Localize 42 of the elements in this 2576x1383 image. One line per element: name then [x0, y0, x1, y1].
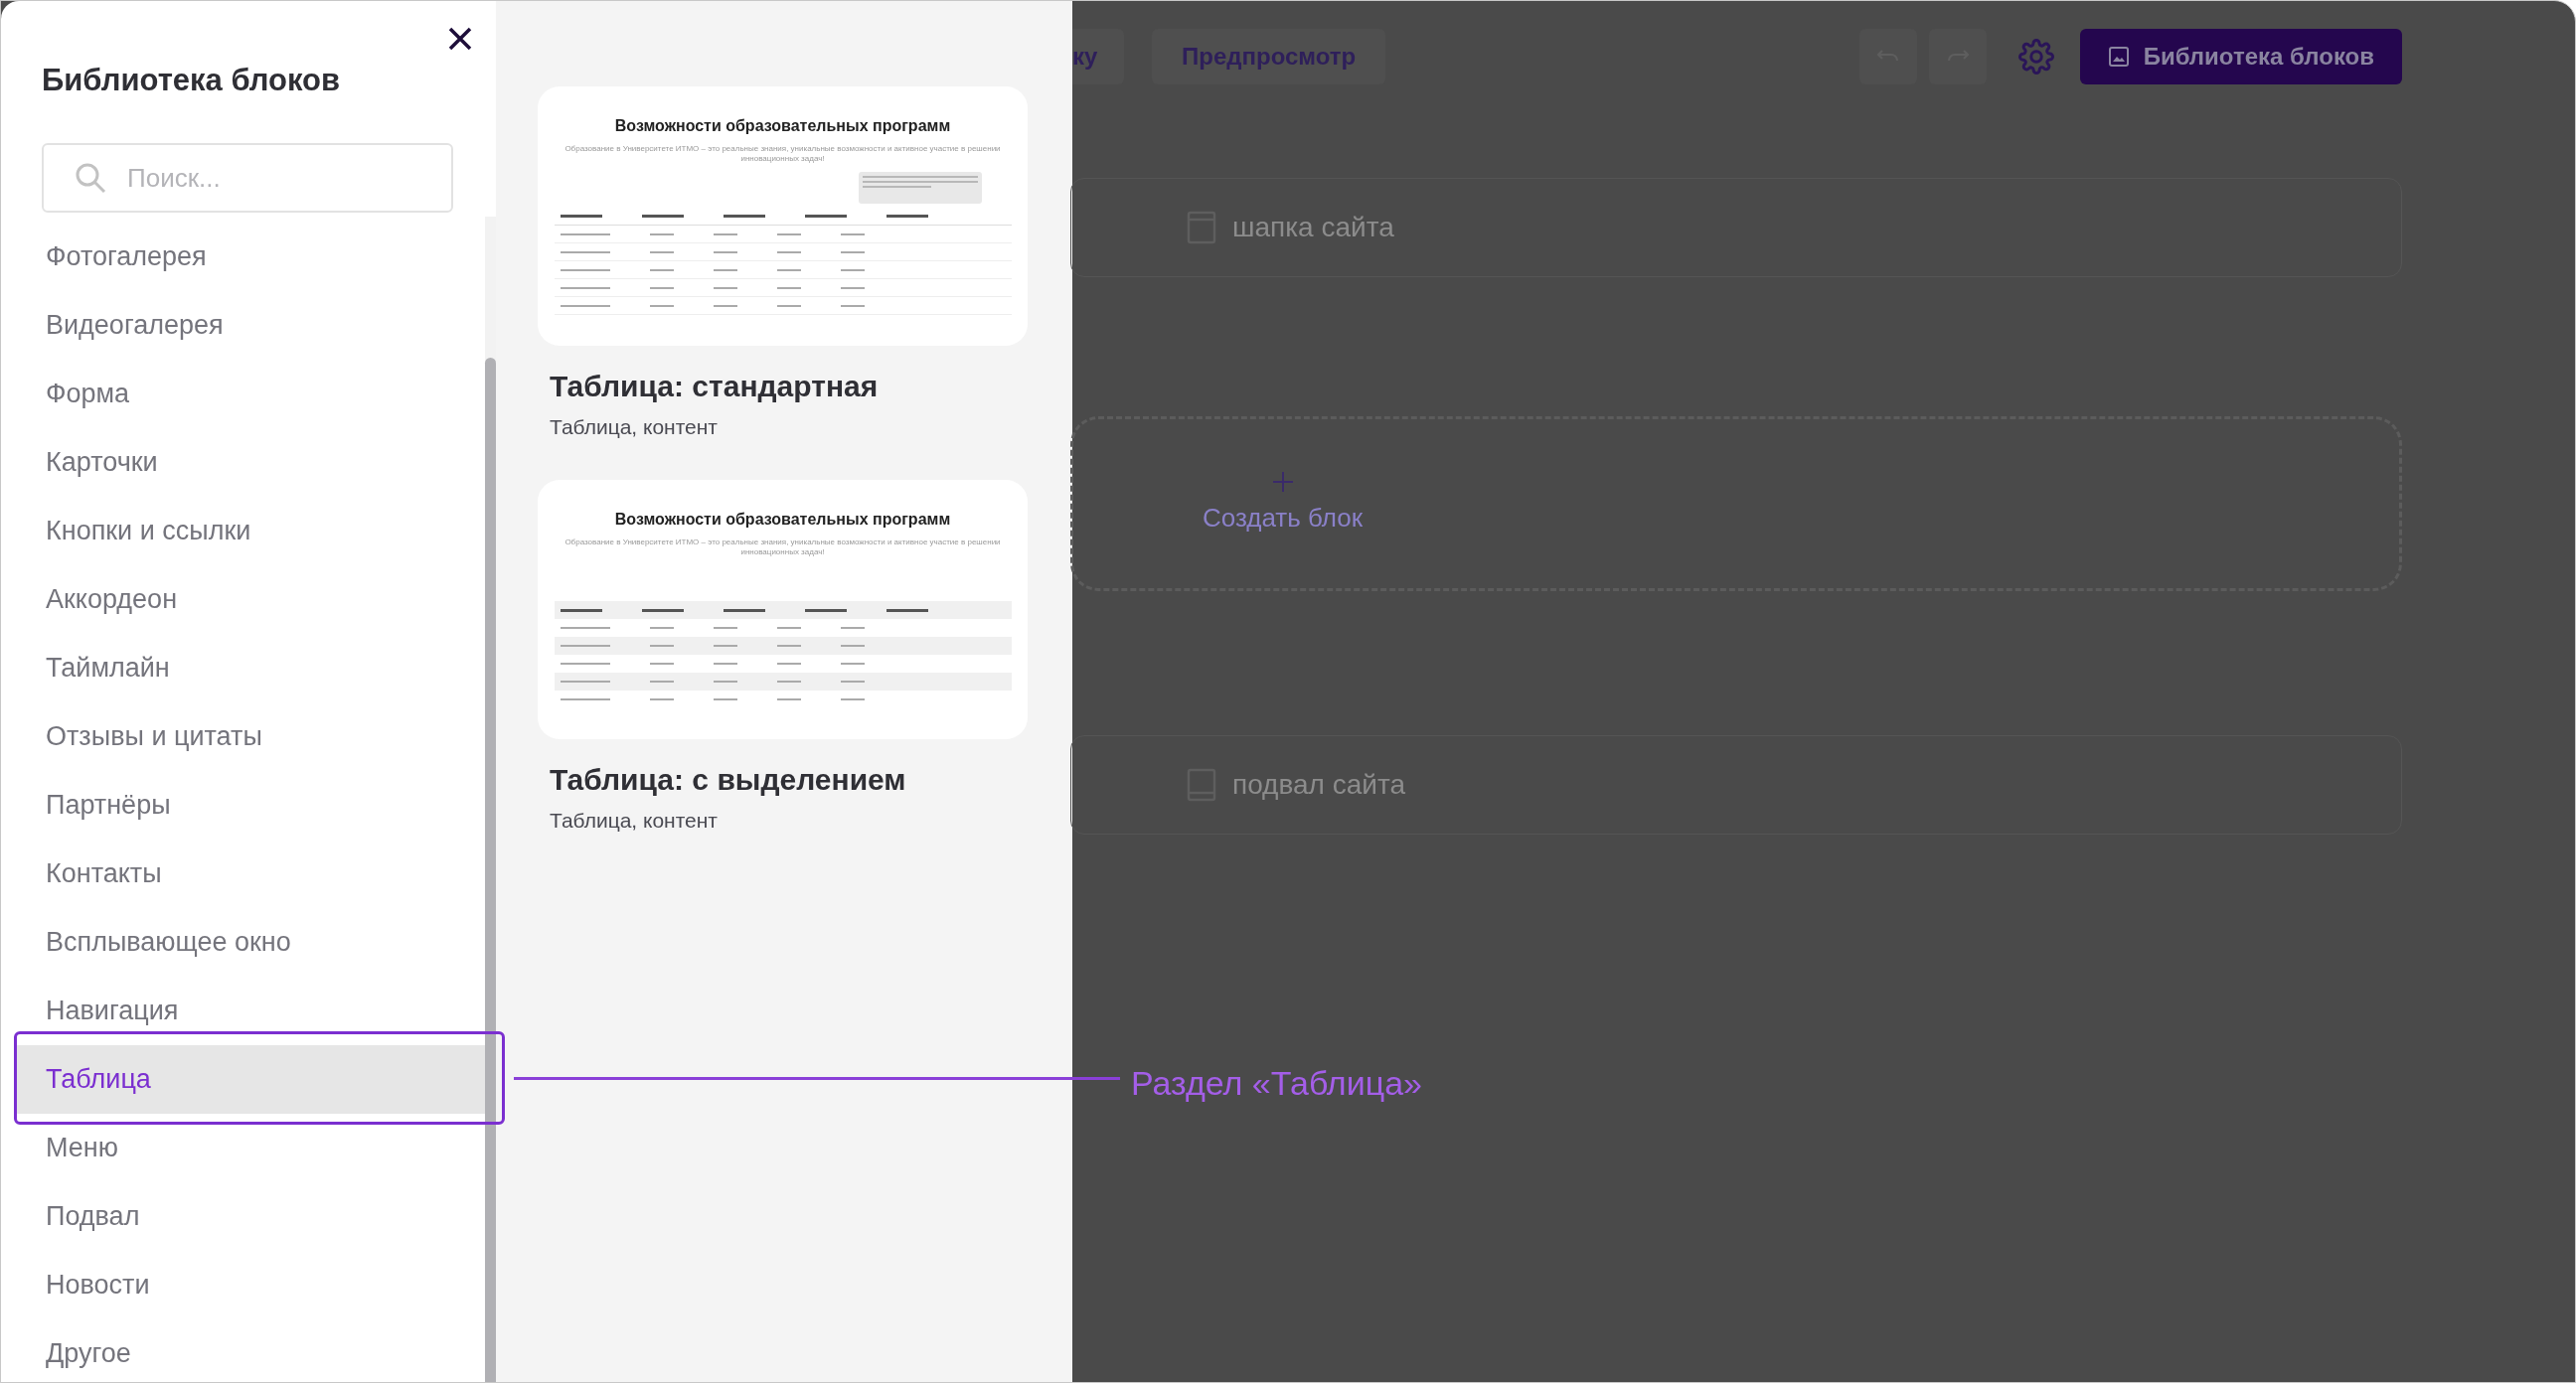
settings-icon: [2017, 39, 2054, 75]
category-item[interactable]: Карточки: [14, 428, 485, 497]
category-item[interactable]: Форма: [14, 360, 485, 428]
panel-title: Библиотека блоков: [42, 65, 342, 95]
category-item[interactable]: Видеогалерея: [14, 291, 485, 360]
template-title: Таблица: стандартная: [550, 369, 880, 404]
category-item[interactable]: Новости: [14, 1251, 485, 1319]
category-item[interactable]: Таймлайн: [14, 634, 485, 702]
site-footer-block[interactable]: подвал сайта: [1070, 735, 2402, 835]
search-field[interactable]: Поиск...: [42, 143, 453, 213]
category-item[interactable]: Навигация: [14, 977, 485, 1045]
category-item[interactable]: Контакты: [14, 840, 485, 908]
category-item[interactable]: Другое: [14, 1319, 485, 1382]
template-preview[interactable]: Возможности образовательных программ Образование в Университете ИТМО – это реальные знания, уникальные возможности и активное участие в решении инновационных задач!: [538, 86, 1028, 346]
category-item[interactable]: Аккордеон: [14, 565, 485, 634]
preview-heading: Возможности образовательных программ: [614, 116, 951, 136]
template-title: Таблица: с выделением: [550, 762, 907, 798]
create-block-area[interactable]: Создать блок: [1070, 416, 2402, 591]
category-item[interactable]: Всплывающее окно: [14, 908, 485, 977]
block-label: подвал сайта: [1232, 768, 1405, 802]
template-preview[interactable]: Возможности образовательных программ Образование в Университете ИТМО – это реальные знания, уникальные возможности и активное участие в решении инновационных задач!: [538, 480, 1028, 739]
close-icon: [447, 26, 473, 52]
category-item[interactable]: Партнёры: [14, 771, 485, 840]
category-item[interactable]: Кнопки и ссылки: [14, 497, 485, 565]
block-label: шапка сайта: [1232, 211, 1394, 244]
image-icon: [2107, 46, 2130, 68]
preview-description: Образование в Университете ИТМО – это реальные знания, уникальные возможности и активное участие в решении инновационных задач!: [564, 144, 1002, 164]
plus-icon: [1271, 470, 1294, 493]
search-icon: [74, 161, 107, 195]
block-library-button[interactable]: Библиотека блоков: [2079, 29, 2402, 84]
category-item[interactable]: Отзывы и цитаты: [14, 702, 485, 771]
category-item[interactable]: Подвал: [14, 1182, 485, 1251]
annotation-label: Раздел «Таблица»: [1131, 1063, 1422, 1104]
site-header-block[interactable]: шапка сайта: [1070, 178, 2402, 277]
template-tags: Таблица, контент: [550, 410, 1072, 442]
preview-description: Образование в Университете ИТМО – это реальные знания, уникальные возможности и активное участие в решении инновационных задач!: [564, 538, 1002, 557]
preview-heading: Возможности образовательных программ: [614, 510, 951, 530]
template-tags: Таблица, контент: [550, 804, 1072, 836]
category-item[interactable]: Меню: [14, 1114, 485, 1182]
category-item[interactable]: Фотогалерея: [14, 223, 485, 291]
create-block-label: Создать блок: [1203, 501, 1364, 535]
category-item[interactable]: Таблица: [14, 1045, 485, 1114]
